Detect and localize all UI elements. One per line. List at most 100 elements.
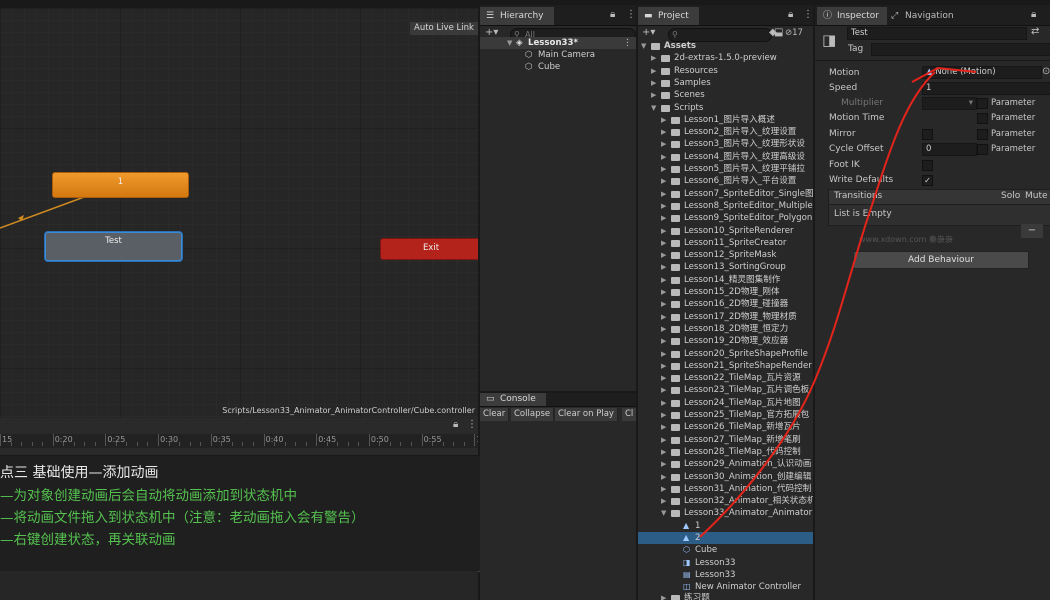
speed-field[interactable]: 1: [922, 82, 1050, 95]
lock-icon[interactable]: 🔒︎: [610, 8, 615, 22]
kebab-menu-icon[interactable]: ⋮: [626, 8, 636, 22]
motion-time-parameter-checkbox[interactable]: [977, 113, 988, 124]
project-lesson-folder[interactable]: ▶ Lesson4_图片导入_纹理高级设: [638, 151, 813, 163]
project-lesson-folder[interactable]: ▶ Lesson25_TileMap_官方拓展包: [638, 409, 813, 421]
folder-icon: [671, 424, 680, 432]
add-behaviour-button[interactable]: Add Behaviour: [853, 251, 1029, 269]
mirror-checkbox[interactable]: [922, 129, 933, 140]
motion-field[interactable]: ▲ None (Motion): [922, 66, 1042, 79]
object-picker-icon[interactable]: ⊙: [1042, 65, 1050, 79]
project-lesson-folder[interactable]: ▶ Lesson24_TileMap_瓦片地图: [638, 397, 813, 409]
project-lesson-folder[interactable]: ▼ Lesson33_Animator_Animator: [638, 507, 813, 519]
project-folder[interactable]: ▶ Samples: [638, 77, 813, 89]
folder-icon: [671, 202, 680, 210]
project-lesson-folder[interactable]: ▶ Lesson20_SpriteShapeProfile: [638, 348, 813, 360]
ruler-minor-tick: [284, 442, 286, 446]
cycle-offset-field[interactable]: 0: [922, 143, 977, 156]
clear-button[interactable]: Clear: [480, 408, 510, 421]
foot-ik-checkbox[interactable]: [922, 160, 933, 171]
project-folder[interactable]: ▶ Resources: [638, 65, 813, 77]
project-lesson-folder[interactable]: ▶ Lesson29_Animation_认识动画: [638, 458, 813, 470]
project-lesson-folder[interactable]: ▶ Lesson3_图片导入_纹理形状设: [638, 138, 813, 150]
clear-on-build-button[interactable]: Cl: [622, 408, 636, 421]
project-lesson-folder[interactable]: ▶ Lesson21_SpriteShapeRender: [638, 360, 813, 372]
auto-live-link-button[interactable]: Auto Live Link: [410, 22, 478, 35]
project-lesson-folder[interactable]: ▶ Lesson8_SpriteEditor_Multiple: [638, 200, 813, 212]
project-folder[interactable]: ▶ 2d-extras-1.5.0-preview: [638, 52, 813, 64]
project-lesson-folder[interactable]: ▶ Lesson19_2D物理_效应器: [638, 335, 813, 347]
project-asset-item[interactable]: ◨ Lesson33: [638, 557, 813, 569]
lock-icon[interactable]: 🔒︎: [788, 8, 793, 22]
project-lesson-folder[interactable]: ▶ Lesson7_SpriteEditor_Single图: [638, 188, 813, 200]
project-lesson-folder[interactable]: ▶ Lesson1_图片导入概述: [638, 114, 813, 126]
project-lesson-folder[interactable]: ▶ Lesson2_图片导入_纹理设置: [638, 126, 813, 138]
tab-hierarchy[interactable]: ☰ Hierarchy: [480, 7, 554, 25]
tag-icon[interactable]: ◆: [769, 26, 777, 40]
project-lesson-folder[interactable]: ▶ Lesson17_2D物理_物理材质: [638, 311, 813, 323]
multiplier-parameter-checkbox[interactable]: [977, 98, 988, 109]
project-panel: ▬ Project 🔒︎ ⋮ +▾ ⚲ ⬓ ◆ ⊘17 ▼ Assets ▶ 2…: [638, 5, 813, 600]
hierarchy-item[interactable]: ⬡ Main Camera: [480, 49, 636, 61]
project-lesson-folder[interactable]: ▶ Lesson23_TileMap_瓦片调色板: [638, 384, 813, 396]
project-lesson-folder[interactable]: ▶ Lesson26_TileMap_新增瓦片: [638, 421, 813, 433]
tab-console[interactable]: ▭ Console: [480, 393, 546, 406]
project-folder[interactable]: ▶ 练习题: [638, 592, 813, 600]
project-lesson-folder[interactable]: ▶ Lesson5_图片导入_纹理平铺拉: [638, 163, 813, 175]
lock-icon[interactable]: 🔒︎: [1031, 8, 1036, 22]
state-exit[interactable]: Exit: [380, 238, 478, 260]
project-lesson-folder[interactable]: ▶ Lesson15_2D物理_刚体: [638, 286, 813, 298]
scene-row[interactable]: ▼ ◈ Lesson33* ⋮: [480, 37, 636, 50]
project-lesson-folder[interactable]: ▶ Lesson22_TileMap_瓦片资源: [638, 372, 813, 384]
project-lesson-folder[interactable]: ▶ Lesson9_SpriteEditor_Polygon: [638, 212, 813, 224]
mirror-parameter-checkbox[interactable]: [977, 129, 988, 140]
project-lesson-folder[interactable]: ▶ Lesson14_精灵图集制作: [638, 274, 813, 286]
state-name-field[interactable]: Test: [847, 27, 1027, 40]
project-lesson-folder[interactable]: ▶ Lesson27_TileMap_新增笔刷: [638, 434, 813, 446]
tag-field[interactable]: [871, 43, 1050, 56]
plus-icon[interactable]: +▾: [642, 26, 655, 40]
tab-navigation[interactable]: ⤢ Navigation: [885, 7, 964, 25]
preset-icon[interactable]: ⇄: [1031, 25, 1039, 39]
multiplier-dropdown[interactable]: ▾: [922, 97, 977, 110]
project-lesson-folder[interactable]: ▶ Lesson30_Animation_创建编辑: [638, 471, 813, 483]
ruler-minor-tick: [189, 442, 191, 446]
kebab-menu-icon[interactable]: ⋮: [623, 37, 632, 49]
kebab-menu-icon[interactable]: ⋮: [467, 418, 477, 432]
project-lesson-folder[interactable]: ▶ Lesson10_SpriteRenderer: [638, 225, 813, 237]
assets-folder[interactable]: ▼ Assets: [638, 40, 813, 52]
write-defaults-checkbox[interactable]: ✓: [922, 175, 933, 186]
project-lesson-folder[interactable]: ▶ Lesson31_Animation_代码控制: [638, 483, 813, 495]
folder-icon: [671, 595, 680, 600]
cycle-offset-parameter-checkbox[interactable]: [977, 144, 988, 155]
project-asset-item[interactable]: ⬡ Cube: [638, 544, 813, 556]
project-asset-item[interactable]: ▤ Lesson33: [638, 569, 813, 581]
collapse-button[interactable]: Collapse: [511, 408, 555, 421]
hidden-count-icon[interactable]: ⊘17: [785, 26, 803, 40]
lock-icon[interactable]: 🔒︎: [453, 418, 458, 432]
state-test[interactable]: Test: [45, 232, 182, 261]
project-lesson-folder[interactable]: ▶ Lesson12_SpriteMask: [638, 249, 813, 261]
tab-project[interactable]: ▬ Project: [638, 7, 699, 25]
project-folder[interactable]: ▼ Scripts: [638, 102, 813, 114]
project-lesson-folder[interactable]: ▶ Lesson28_TileMap_代码控制: [638, 446, 813, 458]
ruler-minor-tick: [326, 442, 328, 446]
project-lesson-folder[interactable]: ▶ Lesson32_Animator_相关状态机: [638, 495, 813, 507]
project-lesson-folder[interactable]: ▶ Lesson6_图片导入_平台设置: [638, 175, 813, 187]
remove-transition-button[interactable]: −: [1021, 224, 1043, 238]
state-orange[interactable]: 1: [52, 172, 189, 198]
tab-inspector[interactable]: ⓘ Inspector: [817, 7, 887, 25]
folder-icon: [671, 510, 680, 518]
project-lesson-folder[interactable]: ▶ Lesson11_SpriteCreator: [638, 237, 813, 249]
hierarchy-item[interactable]: ⬡ Cube: [480, 61, 636, 73]
ruler-tick: [158, 434, 160, 446]
project-asset-item[interactable]: ▲ 2: [638, 532, 813, 545]
project-lesson-folder[interactable]: ▶ Lesson16_2D物理_碰撞器: [638, 298, 813, 310]
kebab-menu-icon[interactable]: ⋮: [803, 8, 813, 22]
clear-on-play-button[interactable]: Clear on Play: [555, 408, 618, 421]
project-asset-item[interactable]: ▲ 1: [638, 520, 813, 532]
folder-icon: [671, 227, 680, 235]
project-folder[interactable]: ▶ Scenes: [638, 89, 813, 101]
project-lesson-folder[interactable]: ▶ Lesson18_2D物理_恒定力: [638, 323, 813, 335]
ruler-minor-tick: [147, 442, 149, 446]
project-lesson-folder[interactable]: ▶ Lesson13_SortingGroup: [638, 261, 813, 273]
